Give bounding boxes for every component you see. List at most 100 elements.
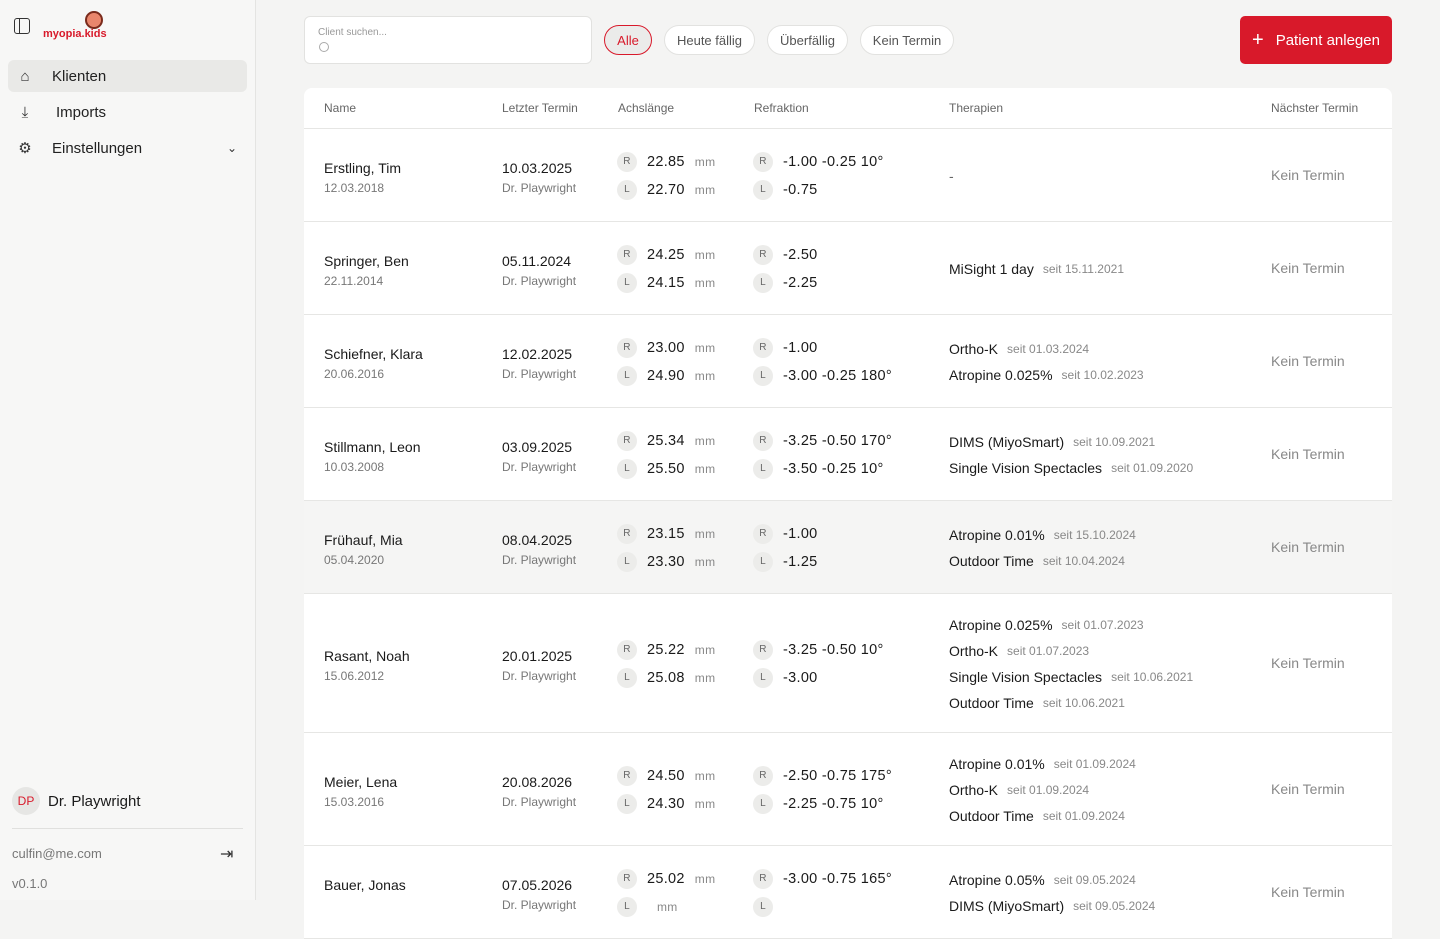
therapy-name: Outdoor Time <box>949 807 1034 824</box>
last-appointment-cell: 20.08.2026 Dr. Playwright <box>502 774 576 809</box>
eye-badge: R <box>617 151 637 172</box>
last-appointment-date: 07.05.2026 <box>502 876 573 893</box>
sidebar-toggle-icon[interactable] <box>14 18 30 34</box>
therapy-since: seit 15.11.2021 <box>1042 261 1125 276</box>
eye-badge: R <box>753 151 773 172</box>
patient-name-cell: Bauer, Jonas <box>324 877 406 898</box>
value: 24.50 <box>647 767 685 784</box>
filter-ueberfaellig[interactable]: Überfällig <box>767 25 848 55</box>
value: 25.08 <box>647 669 685 686</box>
therapy-name: Outdoor Time <box>949 552 1034 569</box>
patient-name[interactable]: Frühauf, Mia <box>324 532 403 548</box>
patient-name[interactable]: Rasant, Noah <box>324 648 410 664</box>
therapies-cell: - <box>949 163 954 189</box>
patient-name[interactable]: Schiefner, Klara <box>324 346 423 362</box>
value: 25.02 <box>647 870 685 887</box>
table-row[interactable]: Erstling, Tim 12.03.2018 10.03.2025 Dr. Pl… <box>304 129 1392 222</box>
therapy-since: seit 01.09.2020 <box>1111 460 1194 475</box>
refraction-cell: R -3.00 -0.75 165° L <box>753 865 892 921</box>
value: -1.25 <box>783 553 818 570</box>
therapy-name: DIMS (MiyoSmart) <box>949 433 1065 450</box>
sidebar-item-klienten[interactable]: ⌂ Klienten <box>8 60 247 92</box>
birth-date: 22.11.2014 <box>324 273 384 288</box>
refraction-cell: R -1.00 L -1.25 <box>753 520 818 576</box>
next-appointment: Kein Termin <box>1271 780 1345 797</box>
header-letzter-termin[interactable]: Letzter Termin <box>502 101 578 115</box>
header-name[interactable]: Name <box>324 101 356 115</box>
value: -0.75 <box>783 181 818 198</box>
table-row[interactable]: Rasant, Noah 15.06.2012 20.01.2025 Dr. Pla… <box>304 594 1392 733</box>
sidebar-item-einstellungen[interactable]: ⚙ Einstellungen ⌄ <box>8 132 247 164</box>
therapy-item: Outdoor Time seit 10.06.2021 <box>949 690 1193 716</box>
refraction-cell: R -3.25 -0.50 170° L -3.50 -0.25 10° <box>753 427 892 483</box>
nav-label: Klienten <box>52 67 107 85</box>
next-appointment: Kein Termin <box>1271 445 1345 462</box>
value: -2.25 -0.75 10° <box>783 795 884 812</box>
user-email: culfin@me.com <box>12 846 102 861</box>
filter-kein-termin[interactable]: Kein Termin <box>860 25 954 55</box>
header-naechster-termin[interactable]: Nächster Termin <box>1271 101 1358 115</box>
therapy-since: seit 10.06.2021 <box>1042 695 1125 710</box>
avatar: DP <box>12 787 40 815</box>
patient-name-cell: Meier, Lena 15.03.2016 <box>324 774 397 809</box>
next-appointment: Kein Termin <box>1271 654 1345 671</box>
patient-name[interactable]: Springer, Ben <box>324 253 409 269</box>
patient-name[interactable]: Bauer, Jonas <box>324 877 406 893</box>
patient-name[interactable]: Meier, Lena <box>324 774 397 790</box>
next-appointment: Kein Termin <box>1271 538 1345 555</box>
header-therapien[interactable]: Therapien <box>949 101 1003 115</box>
filter-heute-faellig[interactable]: Heute fällig <box>664 25 755 55</box>
eye-R: R 25.22 mm <box>617 636 715 664</box>
search-placeholder: Client suchen... <box>318 27 387 38</box>
table-row[interactable]: Stillmann, Leon 10.03.2008 03.09.2025 Dr. … <box>304 408 1392 501</box>
search-input[interactable]: Client suchen... <box>304 16 592 64</box>
filter-alle[interactable]: Alle <box>604 25 652 55</box>
therapy-name: Atropine 0.05% <box>949 871 1045 888</box>
eye-badge: R <box>753 868 773 889</box>
eye-badge: L <box>753 365 773 386</box>
eye-R: R 22.85 mm <box>617 148 715 176</box>
add-patient-label: Patient anlegen <box>1275 31 1380 49</box>
table-row[interactable]: Schiefner, Klara 20.06.2016 12.02.2025 Dr.… <box>304 315 1392 408</box>
refraction-cell: R -1.00 L -3.00 -0.25 180° <box>753 334 892 390</box>
value: -3.00 <box>783 669 818 686</box>
value: -1.00 <box>783 339 818 356</box>
last-appointment-date: 10.03.2025 <box>502 159 573 176</box>
table-row[interactable]: Springer, Ben 22.11.2014 05.11.2024 Dr. Pl… <box>304 222 1392 315</box>
therapy-name: MiSight 1 day <box>949 260 1034 277</box>
eye-badge: L <box>753 179 773 200</box>
add-patient-button[interactable]: + Patient anlegen <box>1240 16 1392 64</box>
birth-date: 20.06.2016 <box>324 366 385 381</box>
header-achslaenge[interactable]: Achslänge <box>618 101 674 115</box>
header-refraktion[interactable]: Refraktion <box>754 101 809 115</box>
eye-badge: L <box>617 365 637 386</box>
doctor: Dr. Playwright <box>502 273 577 288</box>
eye-badge: R <box>617 337 637 358</box>
last-appointment-date: 20.08.2026 <box>502 773 573 790</box>
table-row[interactable]: Frühauf, Mia 05.04.2020 08.04.2025 Dr. Pla… <box>304 501 1392 594</box>
patient-name[interactable]: Erstling, Tim <box>324 160 401 176</box>
sidebar-item-imports[interactable]: ⤓ Imports <box>8 96 247 128</box>
therapy-item: Atropine 0.025% seit 10.02.2023 <box>949 362 1144 388</box>
table-row[interactable]: Bauer, Jonas 07.05.2026 Dr. Playwright R 2… <box>304 846 1392 939</box>
value: 24.15 <box>647 274 685 291</box>
last-appointment-cell: 07.05.2026 Dr. Playwright <box>502 877 576 912</box>
therapy-name: Ortho-K <box>949 781 999 798</box>
table-row[interactable]: Meier, Lena 15.03.2016 20.08.2026 Dr. Play… <box>304 733 1392 846</box>
value: 23.15 <box>647 525 685 542</box>
user-profile[interactable]: DP Dr. Playwright <box>12 787 141 815</box>
patient-name[interactable]: Stillmann, Leon <box>324 439 421 455</box>
chevron-down-icon: ⌄ <box>226 141 237 155</box>
therapy-name: Outdoor Time <box>949 694 1034 711</box>
value: -2.50 -0.75 175° <box>783 767 892 784</box>
therapy-item: Atropine 0.01% seit 01.09.2024 <box>949 751 1136 777</box>
doctor: Dr. Playwright <box>502 180 577 195</box>
last-appointment-date: 12.02.2025 <box>502 345 573 362</box>
last-appointment-date: 08.04.2025 <box>502 531 573 548</box>
last-appointment-cell: 20.01.2025 Dr. Playwright <box>502 648 576 683</box>
eye-badge: R <box>617 430 637 451</box>
therapy-item: Ortho-K seit 01.09.2024 <box>949 777 1136 803</box>
logout-icon[interactable]: ⇥ <box>220 844 233 864</box>
next-appointment: Kein Termin <box>1271 259 1345 276</box>
eye-L: L 24.30 mm <box>617 790 715 818</box>
